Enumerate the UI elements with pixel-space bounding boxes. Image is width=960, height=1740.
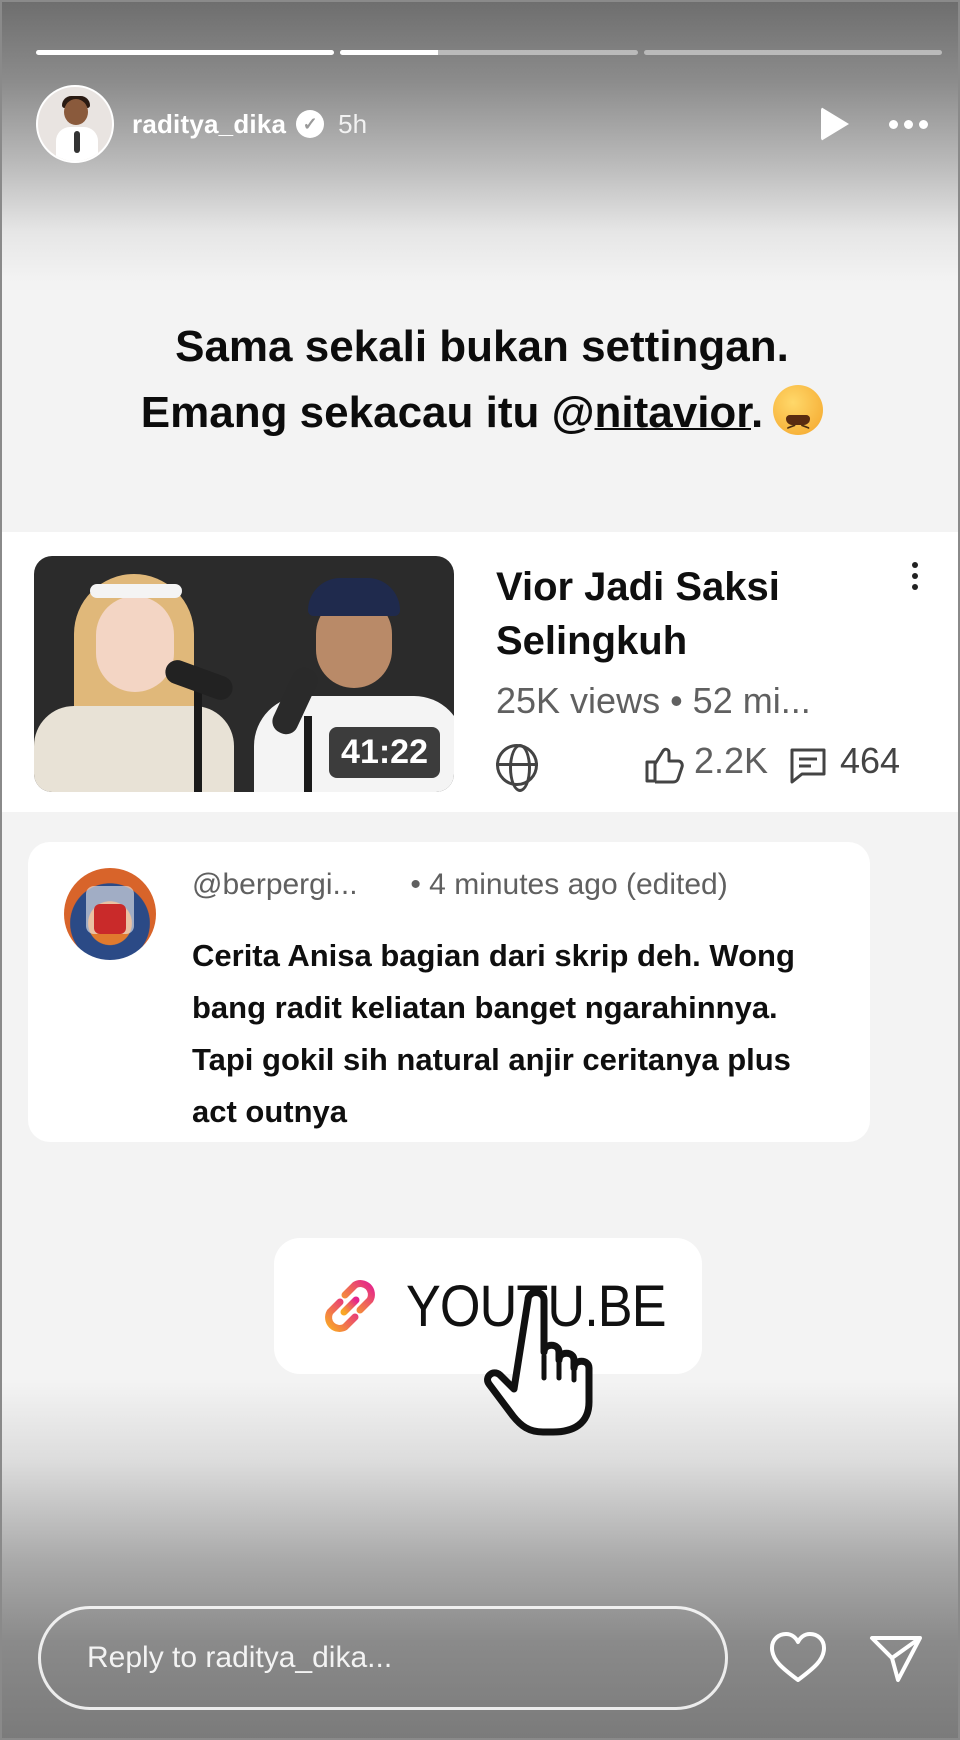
post-time: 5h (338, 108, 368, 139)
comment-icon (788, 746, 828, 784)
progress-segment (340, 50, 638, 55)
story-frame: raditya_dika ✓ 5h Sama sekali bukan sett… (0, 0, 960, 1740)
story-header: raditya_dika ✓ 5h (36, 84, 928, 164)
video-thumbnail[interactable]: 41:22 (34, 556, 454, 792)
heart-icon[interactable] (768, 1630, 828, 1686)
pointing-hand-icon (484, 1289, 593, 1436)
play-icon[interactable] (821, 107, 849, 141)
comment-count: 464 (840, 740, 901, 781)
comment-card: @berpergi... • 4 minutes ago (edited) Ce… (28, 842, 870, 1142)
comment-time: • 4 minutes ago (edited) (410, 868, 728, 901)
reply-input[interactable] (38, 1606, 728, 1710)
progress-segment (644, 50, 942, 55)
tired-face-emoji-icon (773, 385, 824, 459)
comment-text: Cerita Anisa bagian dari skrip deh. Wong… (192, 938, 795, 1129)
commenter-handle: @berpergi... (192, 868, 358, 901)
link-icon (325, 1280, 375, 1332)
story-caption: Sama sekali bukan settingan. Emang sekac… (2, 314, 958, 459)
video-menu-icon[interactable] (912, 562, 918, 590)
caption-line-2: Emang sekacau itu @nitavior. (2, 380, 958, 459)
avatar[interactable] (36, 85, 114, 163)
video-meta: 25K views • 52 mi... (496, 680, 811, 721)
caption-line-1: Sama sekali bukan settingan. (175, 322, 789, 371)
comment-header: @berpergi... • 4 minutes ago (edited) (192, 868, 728, 902)
globe-icon (496, 744, 538, 792)
video-duration: 41:22 (329, 727, 440, 778)
send-icon[interactable] (866, 1630, 926, 1686)
verified-badge-icon: ✓ (296, 110, 325, 138)
progress-segment (36, 50, 334, 55)
commenter-avatar (64, 868, 156, 960)
username[interactable]: raditya_dika (132, 109, 286, 140)
more-options-icon[interactable] (889, 119, 928, 129)
video-stats: 2.2K 464 (496, 740, 926, 792)
video-title[interactable]: Vior Jadi Saksi Selingkuh (496, 560, 856, 668)
thumbs-up-icon (645, 747, 684, 784)
story-progress (36, 50, 942, 56)
mention-link[interactable]: nitavior (595, 388, 752, 437)
like-count: 2.2K (694, 740, 769, 781)
video-card[interactable]: 41:22 Vior Jadi Saksi Selingkuh 25K view… (2, 532, 958, 812)
